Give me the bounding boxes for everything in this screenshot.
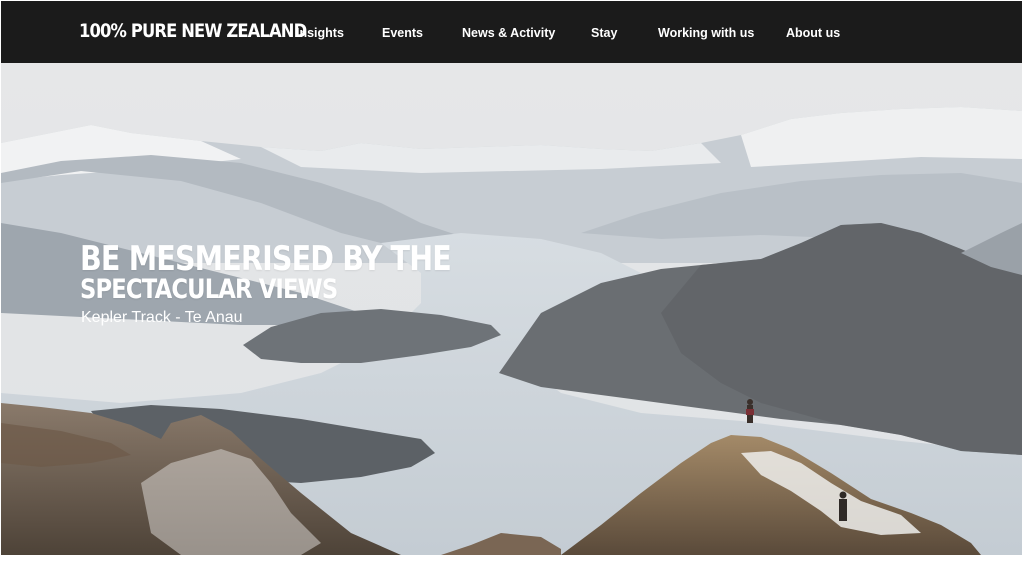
nav-item-about-us[interactable]: About us	[786, 26, 840, 40]
nav-item-working-with-us[interactable]: Working with us	[658, 26, 754, 40]
nav-item-news-activity[interactable]: News & Activity	[462, 26, 555, 40]
brand-logo[interactable]: 100% PURE NEW ZEALAND	[79, 20, 307, 42]
hiker-figure	[746, 399, 754, 423]
hero-heading-line-1: BE MESMERISED BY THE	[80, 239, 452, 279]
hero-banner: BE MESMERISED BY THE SPECTACULAR VIEWS K…	[1, 63, 1022, 555]
page-frame: 100% PURE NEW ZEALAND Insights Events Ne…	[1, 1, 1022, 555]
hiker-figure	[839, 491, 847, 521]
nav-item-insights[interactable]: Insights	[296, 26, 344, 40]
nav-item-events[interactable]: Events	[382, 26, 423, 40]
top-navbar: 100% PURE NEW ZEALAND Insights Events Ne…	[1, 1, 1022, 63]
hero-location-subtitle: Kepler Track - Te Anau	[81, 309, 243, 326]
hero-heading: BE MESMERISED BY THE SPECTACULAR VIEWS	[80, 242, 522, 303]
nav-item-stay[interactable]: Stay	[591, 26, 617, 40]
hero-heading-line-2: SPECTACULAR VIEWS	[80, 274, 338, 305]
